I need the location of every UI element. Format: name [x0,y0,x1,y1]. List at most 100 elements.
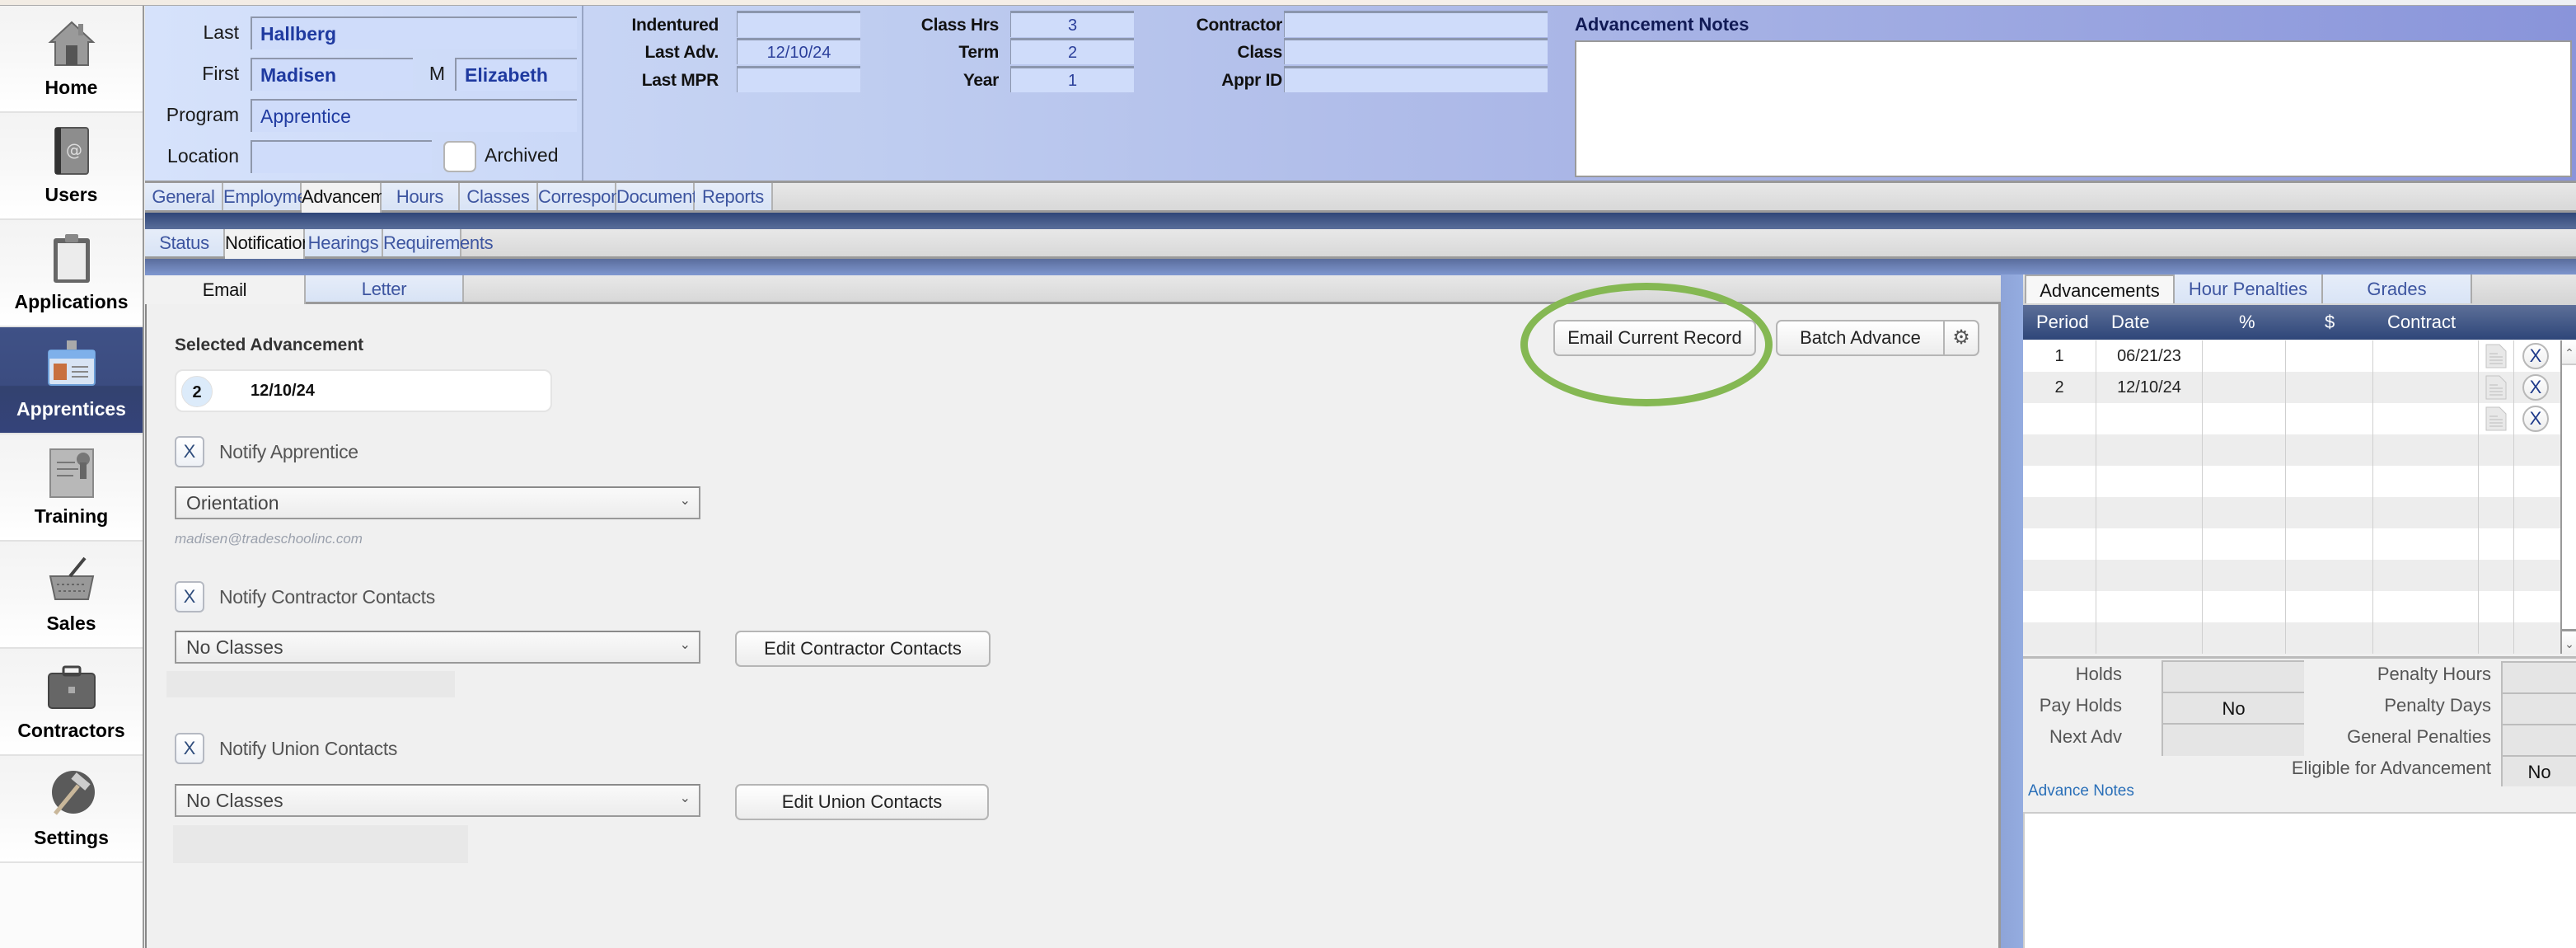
edit-contractor-contacts-button[interactable]: Edit Contractor Contacts [735,631,991,667]
indentured-field[interactable] [737,11,860,37]
tab-employment[interactable]: Employment [223,183,322,210]
sidebar-item-label: Contractors [17,720,125,741]
class-hrs-field[interactable]: 3 [1010,11,1134,37]
document-icon[interactable] [2485,406,2507,431]
sidebar-item-label: Home [44,77,98,98]
tab-hearings[interactable]: Hearings [305,229,383,256]
union-template-dropdown[interactable]: No Classes ⌄ [175,784,700,817]
class-field[interactable] [1284,38,1548,64]
table-row[interactable]: 2 12/10/24 [2023,372,2560,403]
tab-reports[interactable]: Reports [695,183,773,210]
last-mpr-label: Last MPR [641,71,719,90]
column-divider [2513,340,2514,654]
tab-correspondence[interactable]: Correspondence [538,183,669,210]
document-icon[interactable] [2485,344,2507,368]
penalty-hours-value [2501,661,2576,692]
tab-hour-penalties[interactable]: Hour Penalties [2175,275,2323,303]
edit-union-contacts-button[interactable]: Edit Union Contacts [735,784,989,820]
selected-advancement-card: 2 12/10/24 [175,369,552,412]
scroll-down-icon[interactable]: ⌄ [2562,629,2576,654]
col-amount: $ [2325,312,2335,332]
cell-date: 12/10/24 [2117,378,2181,397]
contractor-contacts-list [166,671,455,697]
tab-hours[interactable]: Hours [382,183,460,210]
delete-row-button[interactable]: X [2522,374,2549,401]
selected-date: 12/10/24 [251,382,315,400]
sidebar-item-home[interactable]: Home [0,6,143,113]
scroll-up-icon[interactable]: ⌃ [2562,340,2576,365]
apprentice-template-dropdown[interactable]: Orientation ⌄ [175,486,700,519]
notify-apprentice-label: Notify Apprentice [219,441,358,462]
tab-email[interactable]: Email [145,275,306,304]
advance-notes-area[interactable] [2023,812,2576,948]
notify-union-checkbox[interactable]: X [175,733,204,764]
table-scrollbar[interactable]: ⌃ ⌄ [2560,340,2576,654]
contractor-template-dropdown[interactable]: No Classes ⌄ [175,631,700,664]
table-row [2023,622,2560,654]
selected-period-badge: 2 [181,376,213,407]
advance-notes-link[interactable]: Advance Notes [2028,782,2134,800]
tab-requirements[interactable]: Requirements [383,229,494,256]
clipboard-icon [53,234,90,283]
last-mpr-field[interactable] [737,66,860,92]
tab-advancements[interactable]: Advancements [302,183,419,213]
tab-notifications[interactable]: Notifications [225,229,321,259]
sidebar-item-settings[interactable]: Settings [0,756,143,863]
chevron-down-icon: ⌄ [679,638,691,652]
tab-grades[interactable]: Grades [2323,275,2472,303]
sidebar-item-contractors[interactable]: Contractors [0,649,143,756]
dropdown-value: Orientation [186,492,279,514]
sidebar-item-label: Sales [46,612,96,634]
first-name-field[interactable]: Madisen [251,58,413,91]
delete-row-button[interactable]: X [2522,343,2549,369]
table-row[interactable] [2023,403,2560,434]
notify-apprentice-checkbox[interactable]: X [175,436,204,467]
sidebar-item-sales[interactable]: Sales [0,542,143,649]
sidebar-item-label: Users [44,184,98,205]
briefcase-icon [47,665,96,709]
year-field[interactable]: 1 [1010,66,1134,92]
appr-id-field[interactable] [1284,66,1548,92]
sidebar-item-label: Apprentices [16,398,126,420]
middle-name-field[interactable]: Elizabeth [455,58,577,91]
home-icon [47,21,96,66]
archived-checkbox[interactable] [443,141,476,172]
sidebar-item-training[interactable]: Training [0,434,143,542]
tab-letter[interactable]: Letter [306,275,464,302]
eligible-value: No [2501,755,2576,786]
basket-icon [49,556,94,600]
document-icon[interactable] [2485,375,2507,400]
advancement-notes-textarea[interactable] [1575,40,2572,177]
program-field[interactable]: Apprentice [251,99,577,132]
tab-advancements-list[interactable]: Advancements [2025,275,2175,303]
sidebar-item-apprentices[interactable]: Apprentices [0,327,143,434]
location-field[interactable] [251,140,432,173]
sidebar-item-users[interactable]: @ Users [0,113,143,220]
cell-date: 06/21/23 [2117,347,2181,365]
term-field[interactable]: 2 [1010,38,1134,64]
last-adv-field[interactable]: 12/10/24 [737,38,860,64]
right-tabbar: Advancements Hour Penalties Grades [2023,275,2576,305]
gear-icon: ⚙ [1952,326,1970,349]
sidebar-item-applications[interactable]: Applications [0,220,143,327]
advancement-notes-title: Advancement Notes [1575,14,1749,35]
location-label: Location [167,145,239,167]
table-header: Period Date % $ Contract [2023,305,2576,340]
col-contract: Contract [2387,312,2457,332]
batch-advance-button[interactable]: Batch Advance [1776,320,1945,356]
last-name-field[interactable]: Hallberg [251,16,577,49]
tab-status[interactable]: Status [145,229,225,256]
sidebar-nav: Home @ Users Applications Apprentices Tr… [0,6,144,948]
table-row[interactable]: 1 06/21/23 [2023,340,2560,372]
col-period: Period [2036,312,2089,332]
batch-settings-button[interactable]: ⚙ [1943,320,1979,356]
delete-row-button[interactable]: X [2522,406,2549,432]
email-current-record-button[interactable]: Email Current Record [1553,320,1756,356]
advancements-panel: Advancements Hour Penalties Grades Perio… [2023,275,2576,948]
contractor-field[interactable] [1284,11,1548,37]
main-tabbar: General Employment Advancements Hours Cl… [145,183,2576,213]
tab-classes[interactable]: Classes [460,183,538,210]
tab-documents[interactable]: Documents [616,183,706,210]
notify-contractor-checkbox[interactable]: X [175,581,204,612]
tab-general[interactable]: General [145,183,223,210]
